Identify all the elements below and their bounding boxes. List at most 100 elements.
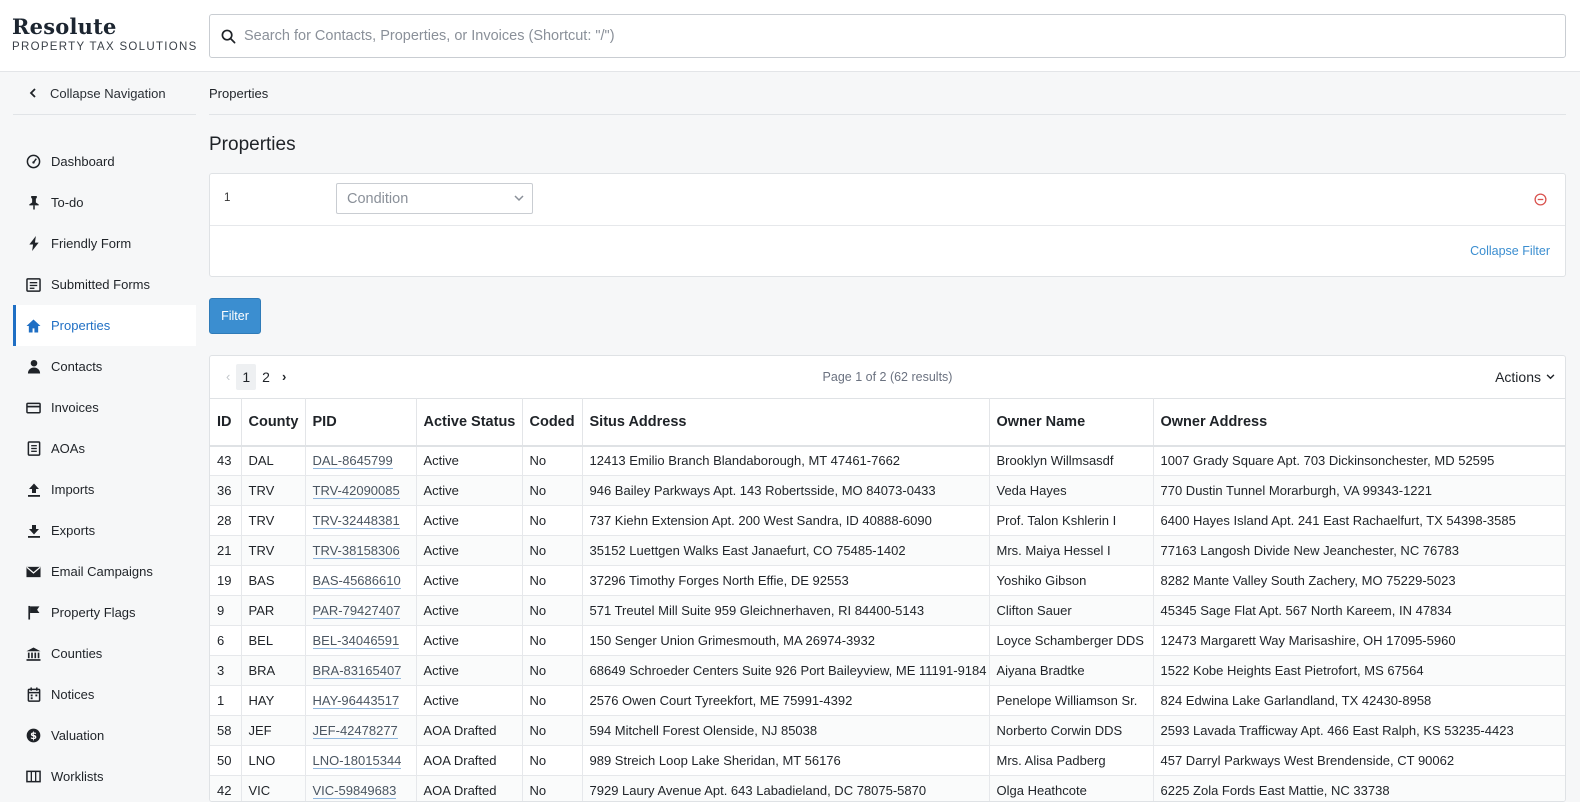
- document-icon: [13, 441, 51, 456]
- actions-dropdown[interactable]: Actions: [1495, 369, 1555, 385]
- condition-placeholder: Condition: [347, 191, 409, 207]
- cell-coded: No: [522, 745, 583, 776]
- column-header-situs-address[interactable]: Situs Address: [582, 398, 990, 447]
- column-header-pid[interactable]: PID: [305, 398, 417, 447]
- cell-situs-address: 35152 Luettgen Walks East Janaefurt, CO …: [582, 535, 990, 566]
- sidebar-item-contacts[interactable]: Contacts: [13, 346, 196, 387]
- sidebar-item-notices[interactable]: Notices: [13, 674, 196, 715]
- sidebar-item-label: Submitted Forms: [51, 277, 150, 292]
- table-row[interactable]: 42 VIC VIC-59849683 AOA Drafted No 7929 Laury…: [210, 775, 1565, 801]
- sidebar-item-imports[interactable]: Imports: [13, 469, 196, 510]
- column-header-owner-name[interactable]: Owner Name: [989, 398, 1154, 447]
- sidebar-item-exports[interactable]: Exports: [13, 510, 196, 551]
- sidebar-item-dashboard[interactable]: Dashboard: [13, 141, 196, 182]
- cell-county: TRV: [241, 535, 306, 566]
- pid-link[interactable]: VIC-59849683: [312, 783, 397, 799]
- table-row[interactable]: 43 DAL DAL-8645799 Active No 12413 Emilio Bra…: [210, 445, 1565, 476]
- actions-label: Actions: [1495, 369, 1541, 385]
- sidebar-item-label: Friendly Form: [51, 236, 132, 251]
- flag-icon: [13, 605, 51, 620]
- brand-logo[interactable]: Resolute PROPERTY TAX SOLUTIONS: [12, 14, 198, 54]
- cell-active-status: Active: [416, 685, 523, 716]
- condition-select[interactable]: Condition: [336, 183, 533, 214]
- pid-link[interactable]: BRA-83165407: [312, 663, 402, 679]
- table-row[interactable]: 1 HAY HAY-96443517 Active No 2576 Owen Court …: [210, 685, 1565, 716]
- search-input[interactable]: [244, 15, 1544, 57]
- cell-situs-address: 7929 Laury Avenue Apt. 643 Labadieland, …: [582, 775, 990, 801]
- cell-owner-address: 45345 Sage Flat Apt. 567 North Kareem, I…: [1153, 595, 1565, 626]
- column-header-owner-address[interactable]: Owner Address: [1153, 398, 1565, 447]
- table-row[interactable]: 50 LNO LNO-18015344 AOA Drafted No 989 Streic…: [210, 745, 1565, 776]
- pid-link[interactable]: DAL-8645799: [312, 453, 393, 470]
- sidebar-item-counties[interactable]: Counties: [13, 633, 196, 674]
- cell-owner-address: 1522 Kobe Heights East Pietrofort, MS 67…: [1153, 655, 1565, 686]
- cell-pid: BEL-34046591: [305, 625, 417, 656]
- table-row[interactable]: 6 BEL BEL-34046591 Active No 150 Senger Union…: [210, 625, 1565, 656]
- sidebar-item-valuation[interactable]: $ Valuation: [13, 715, 196, 756]
- cell-owner-name: Mrs. Maiya Hessel I: [989, 535, 1154, 566]
- sidebar-item-property-flags[interactable]: Property Flags: [13, 592, 196, 633]
- pid-link[interactable]: TRV-32448381: [312, 513, 400, 529]
- breadcrumb-item-properties[interactable]: Properties: [209, 86, 268, 101]
- sidebar-item-email-campaigns[interactable]: Email Campaigns: [13, 551, 196, 592]
- sidebar-item-friendly-form[interactable]: Friendly Form: [13, 223, 196, 264]
- cell-county: TRV: [241, 505, 306, 536]
- column-header-active-status[interactable]: Active Status: [416, 398, 523, 447]
- cell-owner-address: 77163 Langosh Divide New Jeanchester, NC…: [1153, 535, 1565, 566]
- sidebar-item-invoices[interactable]: Invoices: [13, 387, 196, 428]
- pid-link[interactable]: TRV-38158306: [312, 543, 400, 559]
- cell-active-status: Active: [416, 475, 523, 506]
- pid-link[interactable]: JEF-42478277: [312, 723, 398, 739]
- sidebar-item-label: Worklists: [51, 769, 104, 784]
- cell-owner-address: 2593 Lavada Trafficway Apt. 466 East Ral…: [1153, 715, 1565, 746]
- cell-situs-address: 594 Mitchell Forest Olenside, NJ 85038: [582, 715, 990, 746]
- pid-link[interactable]: HAY-96443517: [312, 693, 400, 709]
- remove-condition-icon[interactable]: [1534, 193, 1547, 206]
- column-header-coded[interactable]: Coded: [522, 398, 583, 447]
- cell-county: JEF: [241, 715, 306, 746]
- pid-link[interactable]: BEL-34046591: [312, 633, 400, 649]
- sidebar-item-label: Invoices: [51, 400, 99, 415]
- table-row[interactable]: 21 TRV TRV-38158306 Active No 35152 Luettgen …: [210, 535, 1565, 566]
- table-row[interactable]: 19 BAS BAS-45686610 Active No 37296 Timothy F…: [210, 565, 1565, 596]
- home-icon: [13, 318, 51, 333]
- pid-link[interactable]: TRV-42090085: [312, 483, 400, 499]
- bank-icon: [13, 646, 51, 661]
- cell-owner-address: 6225 Zola Fords East Mattie, NC 33738: [1153, 775, 1565, 801]
- cell-owner-name: Loyce Schamberger DDS: [989, 625, 1154, 656]
- cell-owner-name: Clifton Sauer: [989, 595, 1154, 626]
- table-row[interactable]: 36 TRV TRV-42090085 Active No 946 Bailey Park…: [210, 475, 1565, 506]
- chevron-left-icon: [13, 88, 43, 98]
- table-row[interactable]: 3 BRA BRA-83165407 Active No 68649 Schroeder …: [210, 655, 1565, 686]
- filter-panel: 1 Condition Collapse Filter: [209, 173, 1566, 277]
- sidebar-item-properties[interactable]: Properties: [13, 305, 196, 346]
- sidebar-item-worklists[interactable]: Worklists: [13, 756, 196, 797]
- cell-county: BEL: [241, 625, 306, 656]
- sidebar-item-submitted-forms[interactable]: Submitted Forms: [13, 264, 196, 305]
- sidebar-item-label: Dashboard: [51, 154, 115, 169]
- column-header-county[interactable]: County: [241, 398, 306, 447]
- filter-button[interactable]: Filter: [209, 298, 261, 334]
- pid-link[interactable]: LNO-18015344: [312, 753, 402, 769]
- table-row[interactable]: 28 TRV TRV-32448381 Active No 737 Kiehn Exten…: [210, 505, 1565, 536]
- cell-coded: No: [522, 535, 583, 566]
- sidebar-item-todo[interactable]: To-do: [13, 182, 196, 223]
- sidebar-item-aoas[interactable]: AOAs: [13, 428, 196, 469]
- pid-link[interactable]: BAS-45686610: [312, 573, 401, 589]
- cell-id: 21: [210, 535, 242, 566]
- table-row[interactable]: 58 JEF JEF-42478277 AOA Drafted No 594 Mitche…: [210, 715, 1565, 746]
- page-info: Page 1 of 2 (62 results): [822, 370, 953, 384]
- table-row[interactable]: 9 PAR PAR-79427407 Active No 571 Treutel Mill…: [210, 595, 1565, 626]
- collapse-filter-link[interactable]: Collapse Filter: [1470, 244, 1550, 258]
- cell-id: 42: [210, 775, 242, 801]
- cell-active-status: Active: [416, 535, 523, 566]
- pid-link[interactable]: PAR-79427407: [312, 603, 401, 619]
- cell-coded: No: [522, 475, 583, 506]
- cell-id: 19: [210, 565, 242, 596]
- sidebar-item-label: Properties: [51, 318, 111, 333]
- column-header-id[interactable]: ID: [210, 398, 242, 447]
- collapse-navigation-button[interactable]: Collapse Navigation: [13, 72, 196, 115]
- cell-owner-address: 824 Edwina Lake Garlandland, TX 42430-89…: [1153, 685, 1565, 716]
- person-icon: [13, 359, 51, 374]
- cell-owner-address: 6400 Hayes Island Apt. 241 East Rachaelf…: [1153, 505, 1565, 536]
